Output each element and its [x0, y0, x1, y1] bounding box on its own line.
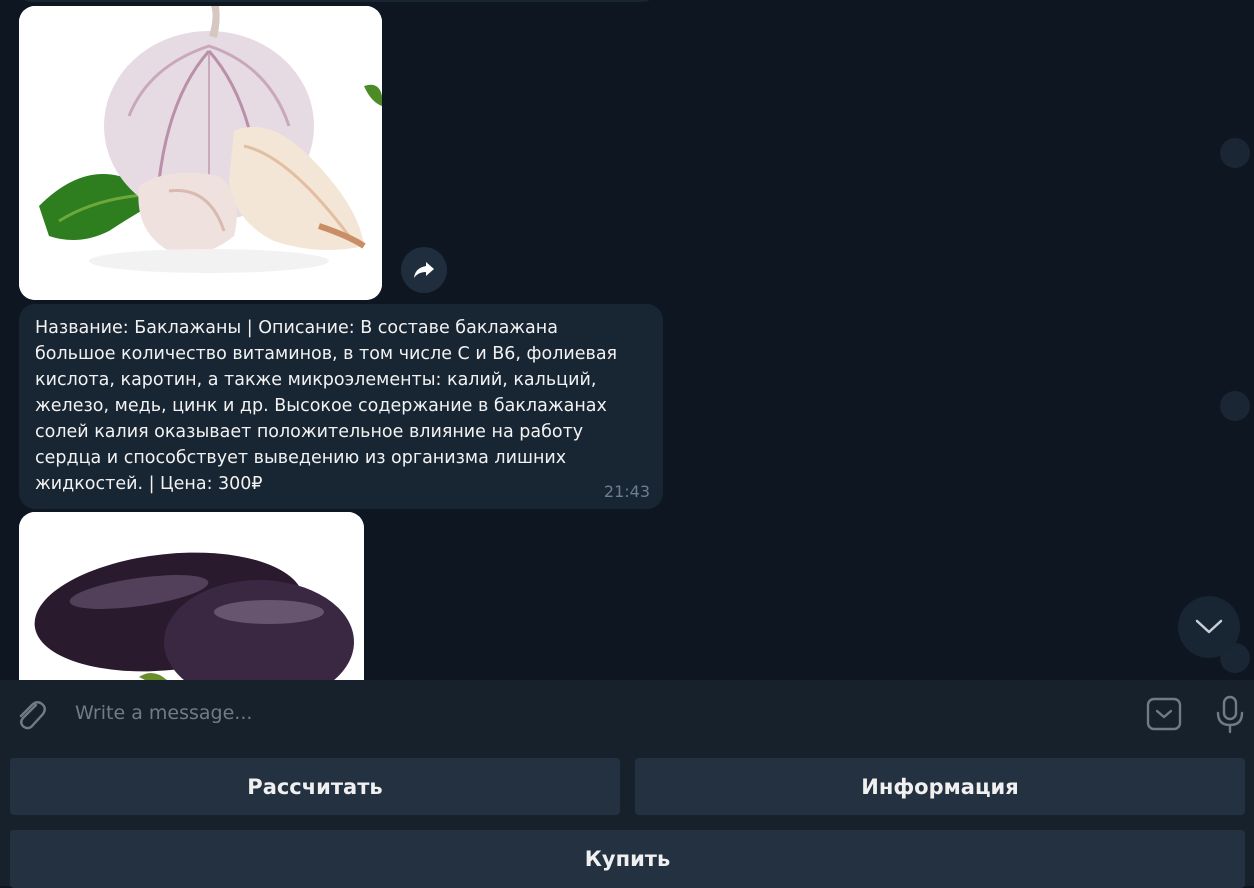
side-indicator: [1220, 138, 1250, 168]
product-description-message[interactable]: Название: Баклажаны | Описание: В состав…: [19, 304, 663, 509]
attach-button[interactable]: [14, 697, 48, 733]
voice-record-button[interactable]: [1214, 694, 1246, 734]
garlic-photo: [19, 6, 382, 300]
bot-keyboard-icon: [1146, 697, 1182, 731]
eggplant-photo-message[interactable]: [19, 512, 364, 680]
microphone-icon: [1216, 695, 1244, 734]
scroll-to-bottom-button[interactable]: [1178, 596, 1240, 658]
calculate-button[interactable]: Рассчитать: [10, 758, 620, 815]
bot-keyboard-button[interactable]: [1146, 696, 1182, 732]
message-input[interactable]: [73, 690, 1077, 736]
message-timestamp: 21:43: [603, 482, 650, 501]
message-text: Название: Баклажаны | Описание: В состав…: [35, 318, 618, 494]
forward-arrow-icon: [414, 262, 434, 278]
garlic-photo-message[interactable]: [19, 6, 382, 300]
side-indicator: [1220, 391, 1250, 421]
forward-button[interactable]: [401, 247, 447, 293]
paperclip-icon: [19, 701, 46, 730]
info-button[interactable]: Информация: [635, 758, 1245, 815]
previous-message-bubble: [19, 0, 655, 2]
chat-history: Название: Баклажаны | Описание: В состав…: [0, 0, 1254, 680]
buy-button[interactable]: Купить: [10, 830, 1245, 888]
eggplant-photo: [19, 512, 364, 680]
chevron-down-icon: [1195, 619, 1223, 634]
